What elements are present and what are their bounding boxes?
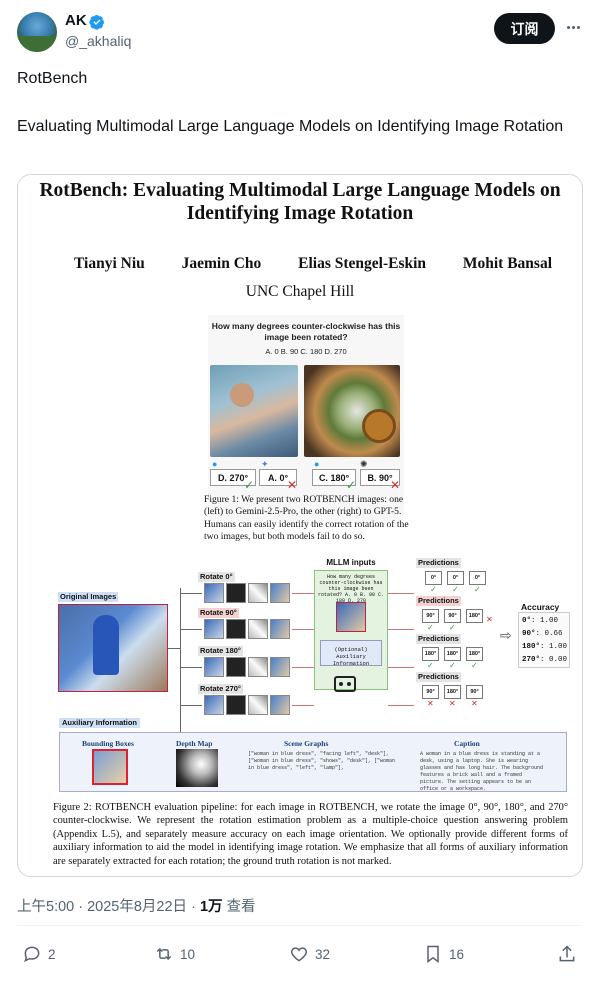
- cross-icon: ✕: [390, 478, 401, 492]
- aux-header: Caption: [454, 739, 480, 748]
- figure-1-right-image: [304, 365, 400, 457]
- figure-1-question: How many degrees counter-clockwise has t…: [211, 321, 401, 342]
- rotate-0-label: Rotate 0°: [198, 572, 235, 582]
- verified-badge-icon: [89, 15, 104, 30]
- robot-icon: [334, 676, 356, 692]
- predictions-label: Predictions: [416, 634, 461, 644]
- prediction-cell: 180°: [444, 647, 461, 661]
- tweet-media-image[interactable]: RotBench: Evaluating Multimodal Large La…: [17, 174, 583, 877]
- author-3: Elias Stengel-Eskin: [298, 255, 427, 272]
- predictions-label: Predictions: [416, 558, 461, 568]
- openai-icon: ✺: [360, 459, 368, 469]
- bookmark-count: 16: [449, 946, 465, 962]
- time-text[interactable]: 上午5:00 · 2025年8月22日 ·: [17, 899, 200, 915]
- bookmark-button[interactable]: 16: [423, 944, 464, 964]
- aux-header: Scene Graphs: [284, 739, 329, 748]
- prediction-cell: 180°: [422, 647, 439, 661]
- original-images-stack: [58, 604, 168, 692]
- original-images-label: Original Images: [58, 592, 119, 602]
- prediction-cell: 90°: [422, 685, 439, 699]
- author-2: Jaemin Cho: [181, 255, 262, 272]
- person-icon: ●: [212, 459, 218, 469]
- share-icon: [559, 945, 575, 962]
- tweet-timestamp[interactable]: 上午5:00 · 2025年8月22日 · 1万 查看: [17, 895, 256, 916]
- share-button[interactable]: [557, 944, 577, 964]
- cross-icon: ✕: [287, 478, 298, 492]
- aux-header: Bounding Boxes: [82, 739, 134, 748]
- aux-info-label: Auxiliary Information: [59, 718, 141, 728]
- depth-map-image: [176, 749, 218, 787]
- scene-graph-text: ["woman in blue dress", "facing left", "…: [248, 751, 396, 771]
- mllm-inputs-title: MLLM inputs: [326, 558, 376, 567]
- accuracy-row: 270°: 0.00: [522, 656, 568, 664]
- paper-title: RotBench: Evaluating Multimodal Large La…: [39, 180, 561, 224]
- arrow-right-icon: ⇨: [500, 628, 512, 644]
- check-icon: ✓: [244, 478, 255, 492]
- person-icon: ●: [314, 459, 320, 469]
- tweet-text-line-1: RotBench: [17, 70, 88, 87]
- reply-icon: [24, 946, 40, 963]
- bounding-box-image: [92, 749, 128, 785]
- heart-icon: [290, 947, 308, 962]
- rotate-270-label: Rotate 270°: [198, 684, 243, 694]
- author-4: Mohit Bansal: [462, 255, 552, 272]
- figure-1-caption: Figure 1: We present two ROTBENCH images…: [204, 494, 409, 542]
- accuracy-row: 90°: 0.66: [522, 630, 563, 638]
- prediction-cell: 180°: [466, 647, 483, 661]
- repost-button[interactable]: 10: [154, 944, 195, 964]
- author-1: Tianyi Niu: [74, 255, 145, 272]
- gemini-icon: ✦: [261, 459, 269, 469]
- reply-count: 2: [48, 946, 56, 962]
- prediction-cell: 90°: [444, 609, 461, 623]
- figure-1-options: A. 0 B. 90 C. 180 D. 270: [265, 347, 347, 356]
- prediction-cell: 0°: [469, 571, 486, 585]
- rotate-90-label: Rotate 90°: [198, 608, 239, 618]
- prediction-cell: 0°: [425, 571, 442, 585]
- mllm-question: How many degrees counter-clockwise has t…: [317, 574, 384, 604]
- tweet-actions: 2 10 32 16: [0, 944, 599, 968]
- paper-affiliation: UNC Chapel Hill: [245, 283, 355, 300]
- like-count: 32: [315, 946, 331, 962]
- rotate-180-label: Rotate 180°: [198, 646, 243, 656]
- like-button[interactable]: 32: [289, 944, 330, 964]
- predictions-label: Predictions: [416, 596, 461, 606]
- prediction-cell: 180°: [444, 685, 461, 699]
- optional-aux-box: (Optional) Auxiliary Information: [320, 640, 382, 667]
- divider: [17, 925, 582, 926]
- repost-count: 10: [180, 946, 196, 962]
- author-handle[interactable]: @_akhaliq: [65, 33, 131, 49]
- views-count: 1万: [199, 899, 223, 915]
- check-icon: ✓: [346, 478, 357, 492]
- tweet-text-line-2: Evaluating Multimodal Large Language Mod…: [17, 118, 564, 135]
- subscribe-button[interactable]: 订阅: [494, 13, 555, 44]
- aux-header: Depth Map: [176, 739, 213, 748]
- predictions-label: Predictions: [416, 672, 461, 682]
- accuracy-row: 0°: 1.00: [522, 617, 559, 625]
- figure-1-left-image: [210, 365, 298, 457]
- author-name[interactable]: AK: [65, 12, 87, 29]
- paper-authors: Tianyi Niu Jaemin Cho Elias Stengel-Eski…: [74, 255, 552, 273]
- avatar[interactable]: [17, 12, 57, 52]
- accuracy-row: 180°: 1.00: [522, 643, 568, 651]
- repost-icon: [156, 947, 172, 961]
- views-label: 查看: [222, 899, 256, 915]
- prediction-cell: 90°: [422, 609, 439, 623]
- bookmark-icon: [427, 945, 439, 963]
- paper-screenshot: RotBench: Evaluating Multimodal Large La…: [18, 175, 582, 876]
- prediction-cell: 0°: [447, 571, 464, 585]
- prediction-cell: 180°: [466, 609, 483, 623]
- accuracy-title: Accuracy: [521, 602, 560, 612]
- mllm-input-image: [336, 602, 366, 632]
- reply-button[interactable]: 2: [22, 944, 56, 964]
- caption-text: A woman in a blue dress is standing at a…: [420, 751, 544, 792]
- more-horizontal-icon[interactable]: [564, 18, 582, 36]
- prediction-cell: 90°: [466, 685, 483, 699]
- figure-2-caption: Figure 2: ROTBENCH evaluation pipeline: …: [53, 802, 568, 867]
